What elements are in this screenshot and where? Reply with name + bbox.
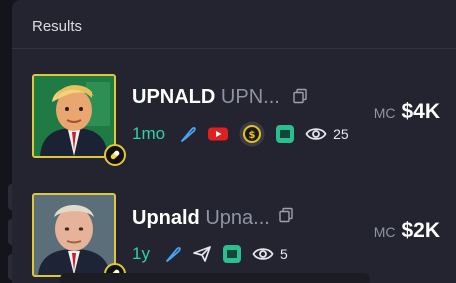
token-ticker: UPN...	[220, 86, 280, 108]
copy-address-button[interactable]	[292, 88, 308, 109]
eye-icon	[252, 246, 274, 262]
svg-text:$: $	[249, 130, 256, 141]
bottom-bar	[60, 273, 370, 283]
mc-label: MC	[373, 105, 396, 121]
results-header: Results	[32, 18, 83, 35]
header-divider	[12, 48, 456, 49]
token-avatar	[32, 193, 116, 277]
token-name-text: Upnald	[132, 207, 200, 229]
pill-icon	[110, 150, 120, 160]
eye-icon	[305, 126, 327, 142]
mc-label: MC	[373, 224, 396, 240]
avatar-image	[34, 195, 114, 275]
token-name[interactable]: Upnald Upna...	[132, 207, 270, 230]
copy-address-button[interactable]	[278, 207, 294, 228]
copy-icon	[293, 88, 307, 104]
token-age: 1mo	[132, 124, 166, 143]
token-row[interactable]: Upnald Upna... 1y 5 MC $2K	[12, 175, 456, 283]
token-name[interactable]: UPNALD UPN...	[132, 86, 280, 109]
mc-value: $4K	[401, 100, 440, 123]
token-age: 1y	[132, 244, 150, 263]
market-cap: MC $4K	[374, 100, 440, 124]
copy-icon	[279, 207, 293, 223]
green-logo-icon[interactable]	[275, 124, 295, 144]
view-count: 5	[279, 246, 288, 262]
send-icon[interactable]	[192, 245, 212, 263]
youtube-icon[interactable]	[207, 126, 229, 142]
token-avatar	[32, 74, 116, 158]
token-avatar-wrap[interactable]	[32, 74, 126, 166]
feather-icon[interactable]	[164, 245, 182, 263]
pump-coin-icon[interactable]: $	[239, 121, 265, 147]
token-avatar-wrap[interactable]	[32, 193, 126, 283]
feather-icon[interactable]	[179, 125, 197, 143]
green-logo-icon[interactable]	[222, 244, 242, 264]
market-cap: MC $2K	[374, 219, 440, 243]
pill-badge	[104, 144, 126, 166]
token-meta: 1mo $ 25	[132, 121, 349, 147]
mc-value: $2K	[401, 219, 440, 242]
token-row[interactable]: UPNALD UPN... 1mo $ 25 MC $4K	[12, 60, 456, 172]
token-meta: 1y 5	[132, 242, 288, 266]
token-ticker: Upna...	[205, 207, 270, 229]
results-panel: Results UPNALD UPN... 1mo $ 25 MC $4K Up…	[12, 0, 456, 283]
avatar-image	[34, 76, 114, 156]
token-name-text: UPNALD	[132, 86, 216, 108]
view-count: 25	[333, 126, 349, 142]
